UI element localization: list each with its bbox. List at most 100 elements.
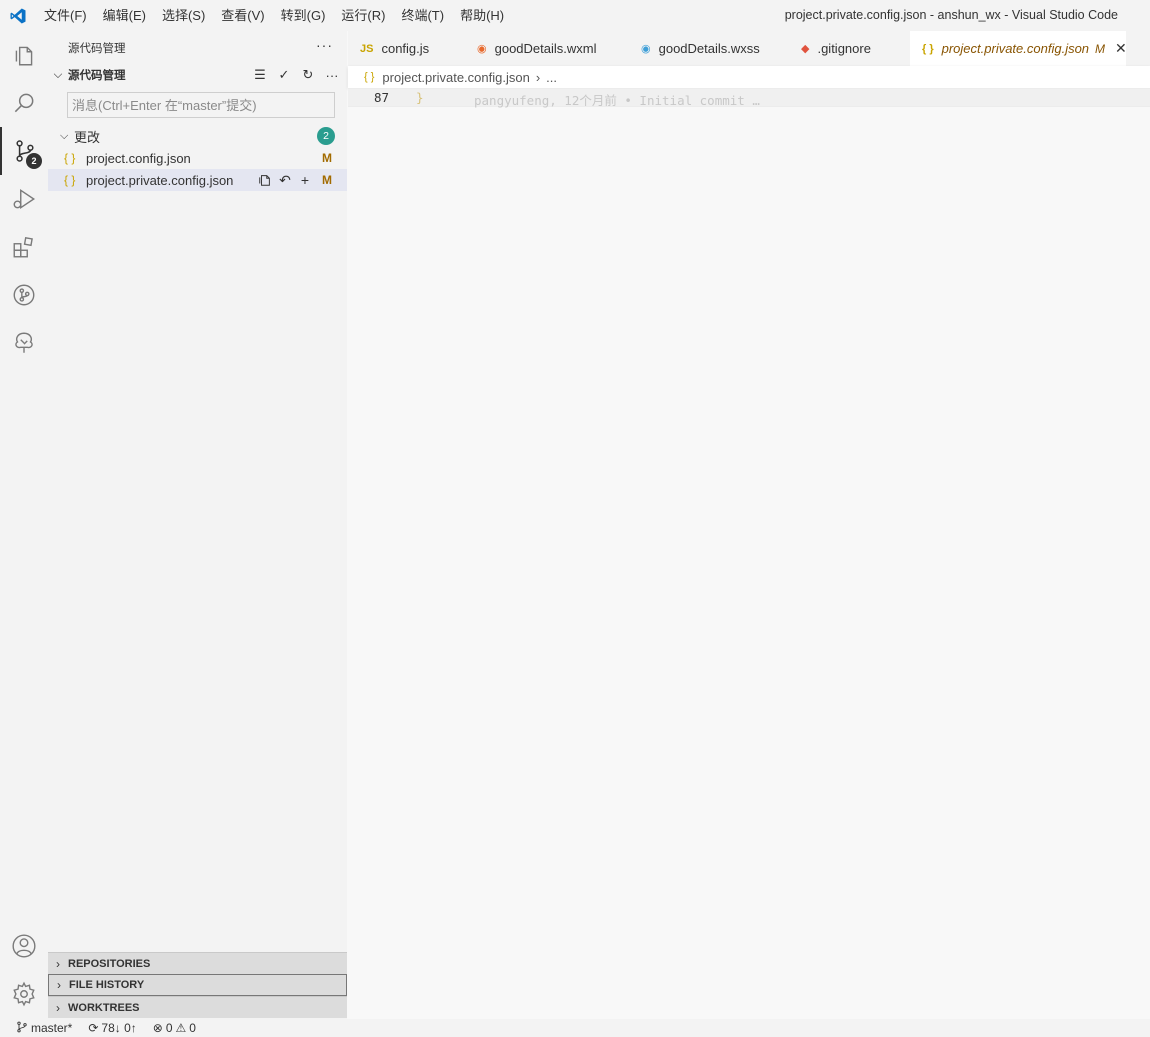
chevron-right-icon: › [56,1000,60,1015]
changes-group-header[interactable]: ⌵ 更改 2 [48,125,347,147]
sidebar: 源代码管理 ··· ⌵ 源代码管理 ☰ ✓ ↻ ··· ⌵ 更改 2 { } p… [48,31,347,1019]
extensions-icon[interactable] [0,223,48,271]
file-history-section[interactable]: › FILE HISTORY [48,974,347,996]
json-file-icon: { } [64,151,76,165]
menu-view[interactable]: 查看(V) [213,0,272,31]
chevron-right-icon: › [535,69,541,85]
branch-icon [16,1021,28,1036]
activity-bar: 2 [0,31,48,1019]
open-file-icon[interactable] [257,171,273,189]
account-icon[interactable] [0,922,48,970]
source-control-icon[interactable]: 2 [0,127,48,175]
repositories-label: REPOSITORIES [68,957,151,970]
json-file-icon: { } [64,173,76,187]
wechat-style-file-icon: ◉ [641,43,651,55]
changes-count-badge: 2 [317,127,335,145]
problems-status[interactable]: ⊗ 0 ⚠ 0 [153,1021,196,1035]
scm-badge: 2 [26,153,42,169]
more-actions-icon[interactable]: ··· [323,66,341,84]
editor-area[interactable]: 87 } pangyufeng, 12个月前 • Initial commit … [348,88,1150,1019]
window-title: project.private.config.json - anshun_wx … [784,8,1118,22]
file-status-badge: M [322,173,332,187]
json-file-icon: { } [922,42,934,55]
tab-gooddetails-wxml[interactable]: ◉ goodDetails.wxml [465,31,629,66]
sync-status[interactable]: ⟳ 78↓ 0↑ [88,1021,136,1035]
worktrees-section[interactable]: › WORKTREES [48,996,347,1018]
sidebar-more-icon[interactable]: ··· [316,37,333,53]
view-as-tree-icon[interactable]: ☰ [251,66,269,84]
editor-tabs: JS config.js ◉ goodDetails.wxml ◉ goodDe… [348,31,1150,66]
git-file-icon: ◆ [801,43,810,55]
commit-check-icon[interactable]: ✓ [275,66,293,84]
chevron-down-icon: ⌵ [53,68,63,81]
changed-file-name: project.private.config.json [86,172,234,188]
warning-icon: ⚠ [175,1021,187,1035]
tab-modified-indicator: M [1095,41,1106,56]
scm-section-header[interactable]: ⌵ 源代码管理 ☰ ✓ ↻ ··· [48,64,347,86]
scm-section-actions: ☰ ✓ ↻ ··· [251,64,341,86]
tab-label: goodDetails.wxml [494,41,597,56]
wechat-file-icon: ◉ [477,43,487,55]
git-graph-icon[interactable] [0,271,48,319]
changed-file-row[interactable]: { } project.config.json M [48,147,347,169]
run-debug-icon[interactable] [0,175,48,223]
search-icon[interactable] [0,79,48,127]
bottom-sections: › REPOSITORIES › FILE HISTORY › WORKTREE… [48,952,347,1018]
error-count: 0 [165,1021,173,1035]
title-bar: 文件(F) 编辑(E) 选择(S) 查看(V) 转到(G) 运行(R) 终端(T… [0,0,1150,31]
tab-label: project.private.config.json [941,41,1090,56]
changed-file-row[interactable]: { } project.private.config.json ↶ + M [48,169,347,191]
changes-label: 更改 [74,129,101,145]
line-number: 87 [374,90,390,105]
branch-name: master* [31,1021,73,1035]
menu-terminal[interactable]: 终端(T) [393,0,452,31]
commit-message-input[interactable] [72,97,330,113]
stage-changes-icon[interactable]: + [297,171,313,189]
menu-bar: 文件(F) 编辑(E) 选择(S) 查看(V) 转到(G) 运行(R) 终端(T… [36,0,512,31]
tab-project-private-config-json[interactable]: { } project.private.config.json M ✕ [910,31,1127,66]
breadcrumb: { } project.private.config.json › ... [348,66,1150,88]
settings-gear-icon[interactable] [0,970,48,1018]
vscode-logo-icon [0,0,36,31]
commit-message-box [67,92,335,118]
sidebar-header: 源代码管理 ··· [48,31,347,64]
sidebar-title: 源代码管理 [68,42,126,55]
chevron-down-icon: ⌵ [60,129,69,142]
discard-changes-icon[interactable]: ↶ [277,171,293,189]
worktrees-label: WORKTREES [68,1001,140,1014]
code-line[interactable]: 87 } pangyufeng, 12个月前 • Initial commit … [348,88,1150,108]
file-row-actions: ↶ + [257,171,313,189]
menu-selection[interactable]: 选择(S) [154,0,213,31]
status-bar: master* ⟳ 78↓ 0↑ ⊗ 0 ⚠ 0 [0,1019,1150,1037]
menu-run[interactable]: 运行(R) [333,0,393,31]
chevron-right-icon: › [57,978,61,992]
tab-label: .gitignore [817,41,871,56]
explorer-icon[interactable] [0,31,48,79]
changed-file-name: project.config.json [86,150,191,166]
git-blame-annotation: pangyufeng, 12个月前 • Initial commit … [474,93,760,108]
menu-file[interactable]: 文件(F) [36,0,95,31]
tab-gitignore[interactable]: ◆ .gitignore [789,31,910,66]
code-text: } [416,90,424,105]
breadcrumb-file[interactable]: project.private.config.json [382,70,529,85]
js-file-icon: JS [360,42,374,55]
tab-config-js[interactable]: JS config.js [348,31,465,66]
menu-edit[interactable]: 编辑(E) [95,0,154,31]
refresh-icon[interactable]: ↻ [299,66,317,84]
tab-label: config.js [381,41,430,56]
scm-section-title: 源代码管理 [68,70,126,82]
file-history-label: FILE HISTORY [69,979,145,991]
branch-status[interactable]: master* [16,1021,72,1036]
close-icon[interactable]: ✕ [1115,40,1127,57]
menu-go[interactable]: 转到(G) [273,0,334,31]
menu-help[interactable]: 帮助(H) [452,0,512,31]
sync-icon: ⟳ [88,1021,99,1035]
error-icon: ⊗ [152,1021,163,1035]
tab-gooddetails-wxss[interactable]: ◉ goodDetails.wxss [629,31,789,66]
json-file-icon: { } [364,71,375,83]
repositories-section[interactable]: › REPOSITORIES [48,952,347,974]
breadcrumb-rest[interactable]: ... [546,70,557,85]
chevron-right-icon: › [56,956,60,971]
tab-label: goodDetails.wxss [658,41,760,56]
tree-icon[interactable] [0,319,48,367]
